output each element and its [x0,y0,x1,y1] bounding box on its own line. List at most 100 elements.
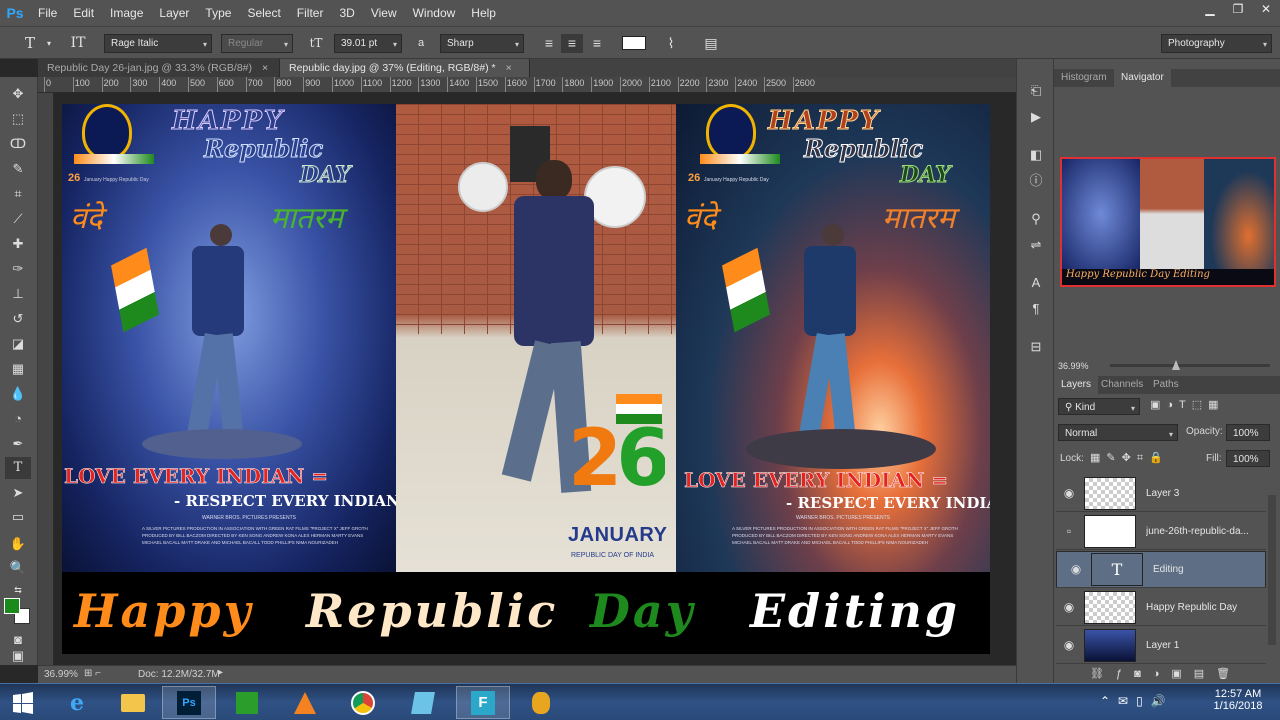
eyedropper-tool-icon[interactable]: ⟋ [5,208,31,230]
tab-republic-day-editing[interactable]: Republic day.jpg @ 37% (Editing, RGB/8#)… [280,59,530,77]
navigator-preview[interactable]: Happy Republic Day Editing [1060,157,1276,287]
menu-view[interactable]: View [363,0,405,26]
zoom-level[interactable]: 36.99% [44,669,78,680]
tab-channels[interactable]: Channels [1094,376,1150,394]
layer-row-editing[interactable]: ◉ T Editing [1056,551,1266,588]
layer-row-happy-republic-day[interactable]: ◉ Happy Republic Day [1056,589,1266,626]
brush-presets-icon[interactable]: ⚲ [1024,209,1048,229]
quick-select-tool-icon[interactable]: ✎ [5,158,31,180]
status-menu-icon[interactable]: ▸ [218,667,223,678]
menu-type[interactable]: Type [197,0,239,26]
layer-row-layer-3[interactable]: ◉ Layer 3 [1056,475,1266,512]
healing-brush-tool-icon[interactable]: ✚ [5,233,31,255]
actions-play-icon[interactable]: ▶ [1024,107,1048,127]
lock-icons[interactable]: ▦✎✥⌗🔒 [1090,451,1169,465]
type-tool-preset-icon[interactable]: T [18,34,42,53]
character-icon[interactable]: A [1024,273,1048,293]
screen-mode-icon[interactable]: ▣ [5,649,31,663]
align-left-icon[interactable]: ≡ [538,34,560,53]
rectangle-tool-icon[interactable]: ▭ [5,506,31,528]
navigator-zoom[interactable]: 36.99% [1058,361,1089,371]
tab-navigator[interactable]: Navigator [1114,69,1171,87]
app-f-icon[interactable]: F [456,686,510,719]
menu-edit[interactable]: Edit [65,0,102,26]
eraser-tool-icon[interactable]: ◪ [5,333,31,355]
dodge-tool-icon[interactable]: ◔ [5,408,31,430]
clock[interactable]: 12:57 AM 1/16/2018 [1206,688,1270,712]
chrome-icon[interactable] [336,686,390,719]
tab-histogram[interactable]: Histogram [1054,69,1114,87]
pineapple-app-icon[interactable] [514,686,568,719]
eye-icon[interactable]: ◉ [1056,486,1082,500]
align-right-icon[interactable]: ≡ [586,34,608,53]
menu-3d[interactable]: 3D [331,0,362,26]
layer-actions-icons[interactable]: ⛓ƒ◙◑▣▤🗑 [1090,667,1242,680]
marquee-tool-icon[interactable]: ⬚ [5,108,31,130]
status-info-icon[interactable]: ⊞ ⌐ [84,668,101,679]
layer-row-layer-1[interactable]: ◉ Layer 1 [1056,627,1266,664]
close-icon[interactable]: ✕ [1252,0,1280,18]
lasso-tool-icon[interactable]: ↀ [5,133,31,155]
workspace-select[interactable]: Photography ▾ [1161,34,1272,53]
clone-stamp-tool-icon[interactable]: ⊥ [5,283,31,305]
adjustments-icon[interactable]: ◧ [1024,145,1048,165]
align-center-icon[interactable]: ≡ [561,34,583,53]
text-color-swatch[interactable] [622,36,646,50]
font-size-select[interactable]: 39.01 pt ▾ [334,34,402,53]
menu-help[interactable]: Help [463,0,504,26]
document-canvas[interactable]: 26 January Happy Republic Day HAPPY Repu… [62,104,990,654]
menu-image[interactable]: Image [102,0,151,26]
layers-scrollbar[interactable] [1268,495,1276,645]
menu-layer[interactable]: Layer [151,0,197,26]
warp-text-icon[interactable]: ⌇ [660,34,682,53]
text-orientation-icon[interactable]: IT [66,34,90,53]
layer-kind-filter[interactable]: ⚲ Kind ▾ [1058,398,1140,415]
chevron-down-icon[interactable]: ▾ [44,34,54,53]
brush-tool-icon[interactable]: ✑ [5,258,31,280]
close-icon[interactable]: × [506,62,512,74]
path-select-tool-icon[interactable]: ➤ [5,482,31,504]
layer-filter-icons[interactable]: ▣◑T⬚▦ [1150,398,1225,411]
hand-tool-icon[interactable]: ✋ [5,533,31,555]
menu-filter[interactable]: Filter [289,0,332,26]
zoom-tool-icon[interactable]: 🔍 [5,557,31,579]
gradient-tool-icon[interactable]: ▦ [5,358,31,380]
pen-tool-icon[interactable]: ✒ [5,433,31,455]
fill-input[interactable]: 100% [1226,450,1270,467]
eye-icon[interactable]: ◉ [1063,563,1089,576]
visibility-off-icon[interactable]: ▫ [1056,524,1082,538]
blend-mode-select[interactable]: Normal ▾ [1058,424,1178,441]
menu-window[interactable]: Window [405,0,464,26]
layer-comps-icon[interactable]: ⊟ [1024,337,1048,357]
move-tool-icon[interactable]: ✥ [5,83,31,105]
crop-tool-icon[interactable]: ⌗ [5,183,31,205]
history-brush-tool-icon[interactable]: ↺ [5,308,31,330]
paragraph-icon[interactable]: ¶ [1024,299,1048,319]
history-icon[interactable]: ⎗ [1024,81,1048,101]
foreground-color-swatch[interactable] [4,598,20,614]
blur-tool-icon[interactable]: 💧 [5,383,31,405]
tray-icons[interactable]: ⌃✉▯🔊 [1100,694,1174,708]
font-style-select[interactable]: Regular ▾ [221,34,293,53]
store-icon[interactable] [220,686,274,719]
close-icon[interactable]: × [262,62,268,74]
vlc-icon[interactable] [278,686,332,719]
internet-explorer-icon[interactable]: e [50,686,104,719]
tab-republic-day-26-jan[interactable]: Republic Day 26-jan.jpg @ 33.3% (RGB/8#)… [38,59,280,77]
windows-start-icon[interactable] [0,686,46,719]
tab-paths[interactable]: Paths [1146,376,1186,394]
font-family-select[interactable]: Rage Italic ▾ [104,34,212,53]
navigator-zoom-slider[interactable] [1110,364,1270,367]
restore-icon[interactable]: ❐ [1224,0,1252,18]
properties-icon[interactable]: ⇌ [1024,235,1048,255]
eye-icon[interactable]: ◉ [1056,600,1082,614]
menu-select[interactable]: Select [239,0,288,26]
layer-row-june-26th[interactable]: ▫ june-26th-republic-da... [1056,513,1266,550]
eye-icon[interactable]: ◉ [1056,638,1082,652]
menu-file[interactable]: File [30,0,65,26]
file-explorer-icon[interactable] [106,686,160,719]
antialias-select[interactable]: Sharp ▾ [440,34,524,53]
photoshop-taskbar-icon[interactable]: Ps [162,686,216,719]
notepad-icon[interactable] [396,686,450,719]
opacity-input[interactable]: 100% [1226,424,1270,441]
